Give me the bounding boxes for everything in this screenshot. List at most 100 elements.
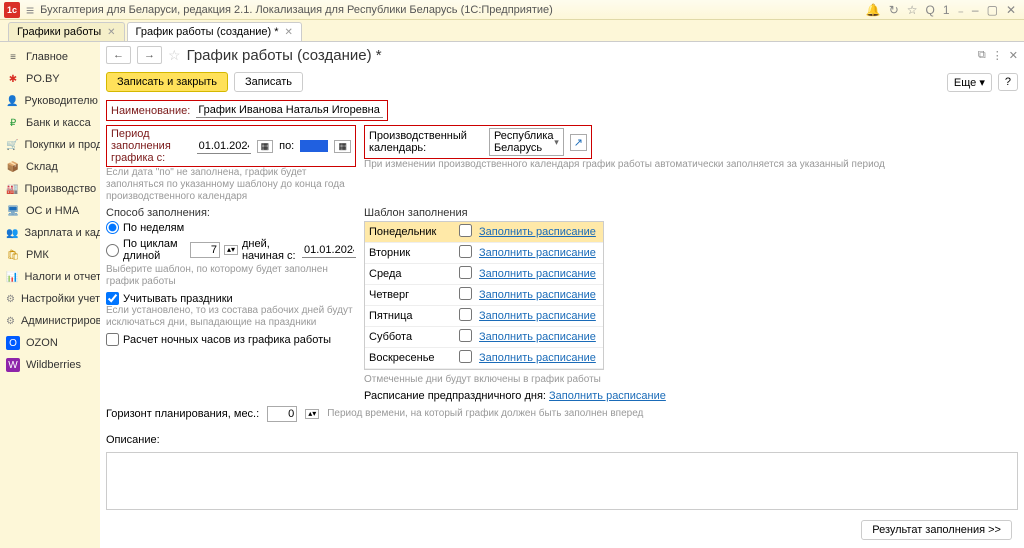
- sidebar-icon: ₽: [6, 116, 20, 130]
- day-checkbox[interactable]: [459, 224, 472, 237]
- save-button[interactable]: Записать: [234, 72, 303, 92]
- tab-schedule-create[interactable]: График работы (создание) *✕: [127, 22, 302, 41]
- calendar-dropdown[interactable]: Республика Беларусь ▾: [489, 128, 564, 156]
- history-icon[interactable]: ↻: [889, 3, 899, 17]
- date-to-input[interactable]: [300, 140, 328, 152]
- day-checkbox[interactable]: [459, 308, 472, 321]
- sidebar-icon: 🏭: [6, 182, 18, 196]
- calendar-row: Производственный календарь: Республика Б…: [364, 125, 592, 159]
- day-row[interactable]: ПятницаЗаполнить расписание: [365, 306, 603, 327]
- fill-schedule-link[interactable]: Заполнить расписание: [479, 352, 596, 364]
- link-icon[interactable]: ⧉: [978, 49, 986, 62]
- day-row[interactable]: ВоскресеньеЗаполнить расписание: [365, 348, 603, 369]
- maximize-icon[interactable]: ▢: [987, 3, 998, 17]
- kebab-icon[interactable]: ⋮: [992, 49, 1003, 62]
- day-row[interactable]: Вторник Заполнить расписание: [365, 243, 603, 264]
- result-button[interactable]: Результат заполнения >>: [861, 520, 1012, 540]
- hamburger-icon[interactable]: ≡: [26, 2, 34, 18]
- sidebar-item-label: Банк и касса: [26, 117, 91, 129]
- star-icon[interactable]: ☆: [907, 3, 918, 17]
- sidebar-icon: ⚙: [6, 314, 15, 328]
- sidebar-item[interactable]: 👥Зарплата и кадры: [0, 222, 100, 244]
- spinner-icon[interactable]: ▴▾: [305, 409, 319, 419]
- day-checkbox[interactable]: [459, 266, 472, 279]
- day-checkbox[interactable]: [459, 329, 472, 342]
- calendar-icon[interactable]: ▦: [257, 140, 274, 153]
- tab-schedules-list[interactable]: Графики работы✕: [8, 22, 125, 41]
- more-button[interactable]: Еще ▾: [947, 73, 992, 92]
- sidebar-item-label: PO.BY: [26, 73, 60, 85]
- fill-schedule-link[interactable]: Заполнить расписание: [479, 331, 596, 343]
- day-checkbox[interactable]: [459, 287, 472, 300]
- sidebar-icon: 👤: [6, 94, 18, 108]
- day-row[interactable]: ПонедельникЗаполнить расписание: [365, 222, 603, 243]
- app-title: Бухгалтерия для Беларуси, редакция 2.1. …: [40, 4, 553, 16]
- sidebar-item[interactable]: WWildberries: [0, 354, 100, 376]
- sidebar-item[interactable]: 🛒Покупки и продажи: [0, 134, 100, 156]
- name-input[interactable]: [196, 103, 383, 118]
- open-calendar-button[interactable]: ↗: [570, 134, 587, 151]
- sidebar-item-label: Руководителю: [24, 95, 97, 107]
- fill-schedule-link[interactable]: Заполнить расписание: [479, 289, 596, 301]
- minimize-icon[interactable]: –: [972, 3, 979, 17]
- fill-schedule-link[interactable]: Заполнить расписание: [479, 226, 596, 238]
- sidebar-item[interactable]: ✱ PO.BY: [0, 68, 100, 90]
- favorite-icon[interactable]: ☆: [168, 47, 181, 64]
- save-close-button[interactable]: Записать и закрыть: [106, 72, 228, 92]
- sidebar-item-label: Настройки учета: [21, 293, 106, 305]
- panel-close-icon[interactable]: ✕: [1009, 49, 1018, 62]
- by-weeks-radio[interactable]: По неделям: [106, 221, 356, 234]
- sidebar-item[interactable]: 👤 Руководителю: [0, 90, 100, 112]
- back-button[interactable]: ←: [106, 46, 131, 64]
- fill-schedule-link[interactable]: Заполнить расписание: [479, 247, 596, 259]
- close-icon[interactable]: ✕: [107, 27, 115, 38]
- holidays-check[interactable]: Учитывать праздники: [106, 292, 356, 305]
- forward-button[interactable]: →: [137, 46, 162, 64]
- day-row[interactable]: СубботаЗаполнить расписание: [365, 327, 603, 348]
- close-icon[interactable]: ✕: [285, 27, 293, 38]
- by-cycles-radio[interactable]: По циклам длиной ▴▾ дней, начиная с:: [106, 238, 356, 262]
- sidebar-item-label: OZON: [26, 337, 58, 349]
- sidebar-item[interactable]: ⚙Администрирование: [0, 310, 100, 332]
- sidebar-item[interactable]: ⚙Настройки учета: [0, 288, 100, 310]
- preholiday-link[interactable]: Заполнить расписание: [549, 390, 666, 402]
- help-button[interactable]: ?: [998, 73, 1018, 91]
- submenu-icon[interactable]: ₋: [958, 3, 964, 17]
- cycle-length-input[interactable]: [190, 242, 220, 258]
- bell-icon[interactable]: 🔔: [866, 3, 881, 17]
- calendar-hint: При изменении производственного календар…: [364, 159, 1018, 171]
- sidebar: ≡Главное ✱ PO.BY 👤 Руководителю ₽ Банк и касса…: [0, 42, 100, 548]
- sidebar-item[interactable]: 📦Склад: [0, 156, 100, 178]
- day-checkbox[interactable]: [459, 350, 472, 363]
- sidebar-item[interactable]: OOZON: [0, 332, 100, 354]
- spinner-icon[interactable]: ▴▾: [224, 245, 238, 255]
- horizon-input[interactable]: [267, 406, 297, 422]
- day-name: Вторник: [369, 247, 459, 259]
- sidebar-icon: ✱: [6, 72, 20, 86]
- sidebar-item[interactable]: 🛍РМК: [0, 244, 100, 266]
- fill-schedule-link[interactable]: Заполнить расписание: [479, 268, 596, 280]
- date-from-input[interactable]: [197, 139, 251, 154]
- period-hint: Если дата "по" не заполнена, график буде…: [106, 167, 356, 203]
- close-icon[interactable]: ✕: [1006, 3, 1016, 17]
- sidebar-item[interactable]: 🏭Производство: [0, 178, 100, 200]
- sidebar-icon: ≡: [6, 50, 20, 64]
- sidebar-icon: ⚙: [6, 292, 15, 306]
- one-icon[interactable]: 1: [943, 3, 950, 17]
- day-row[interactable]: Четверг Заполнить расписание: [365, 285, 603, 306]
- sidebar-item[interactable]: ≡Главное: [0, 46, 100, 68]
- fill-schedule-link[interactable]: Заполнить расписание: [479, 310, 596, 322]
- sidebar-item[interactable]: 📊Налоги и отчетность: [0, 266, 100, 288]
- night-hours-check[interactable]: Расчет ночных часов из графика работы: [106, 333, 356, 346]
- day-row[interactable]: СредаЗаполнить расписание: [365, 264, 603, 285]
- day-checkbox[interactable]: [459, 245, 472, 258]
- search-icon[interactable]: Q: [926, 3, 935, 17]
- day-name: Четверг: [369, 289, 459, 301]
- sidebar-icon: 🛒: [6, 138, 18, 152]
- cycle-date-input[interactable]: [302, 243, 356, 258]
- sidebar-item[interactable]: 🖥ОС и НМА: [0, 200, 100, 222]
- description-textarea[interactable]: [106, 452, 1018, 510]
- sidebar-item-label: РМК: [26, 249, 49, 261]
- sidebar-item[interactable]: ₽ Банк и касса: [0, 112, 100, 134]
- calendar-icon[interactable]: ▦: [334, 140, 351, 153]
